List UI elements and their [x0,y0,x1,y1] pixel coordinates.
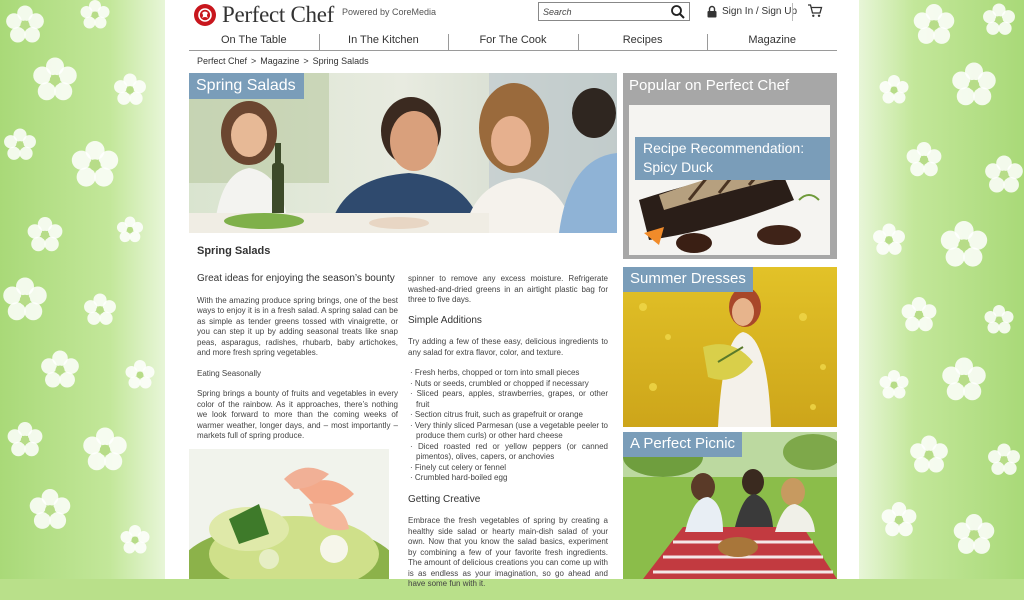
list-item: · Fresh herbs, chopped or torn into smal… [410,368,580,377]
popular-box: Popular on Perfect Chef Recipe Recommend… [623,73,837,259]
header-divider [792,3,793,21]
lock-icon [707,5,717,18]
nav-item-recipes[interactable]: Recipes [577,31,708,50]
article-column-right: spinner to remove any excess moisture. R… [408,274,608,600]
article-subtitle: Great ideas for enjoying the season’s bo… [197,273,395,284]
nav-item-magazine[interactable]: Magazine [707,31,837,50]
breadcrumb-magazine[interactable]: Magazine [260,56,299,66]
popular-title: Popular on Perfect Chef [629,77,790,94]
article-additions-intro: Try adding a few of these easy, deliciou… [408,337,608,357]
main-nav: On The Table In The Kitchen For The Cook… [189,31,837,51]
recipe-recommendation-card[interactable]: Recipe Recommendation: Spicy Duck [629,105,830,255]
spicy-duck-photo [629,105,830,255]
hero-label: Spring Salads [189,73,304,99]
page: Perfect Chef Powered by CoreMedia Sign I… [165,0,859,588]
list-item: · Diced roasted red or yellow peppers (o… [410,441,608,462]
signin-label: Sign In / Sign Up [722,6,798,17]
signin-link[interactable]: Sign In / Sign Up [707,5,797,18]
list-item: · Section citrus fruit, such as grapefru… [410,410,583,419]
search-icon[interactable] [670,4,686,19]
breadcrumb-current: Spring Salads [312,56,369,66]
article: Spring Salads Great ideas for enjoying t… [197,245,617,588]
powered-by: Powered by CoreMedia [341,7,437,17]
nav-item-in-the-kitchen[interactable]: In The Kitchen [318,31,449,50]
section-heading-additions: Simple Additions [408,314,482,326]
cart-icon[interactable] [807,4,823,23]
breadcrumb-separator: > [303,56,309,66]
chef-logo-icon [194,4,216,26]
list-item: · Very thinly sliced Parmesan (use a veg… [410,420,608,441]
summer-dresses-label: Summer Dresses [623,267,753,292]
breadcrumb: Perfect Chef > Magazine > Spring Salads [197,56,369,66]
brand-name: Perfect Chef [222,2,334,27]
section-heading-creative: Getting Creative [408,493,481,505]
article-creative-text: Embrace the fresh vegetables of spring b… [408,516,608,588]
breadcrumb-home[interactable]: Perfect Chef [197,56,247,66]
article-spinner-text: spinner to remove any excess moisture. R… [408,274,608,304]
article-column-left: Great ideas for enjoying the season’s bo… [197,273,398,452]
search-box [538,2,690,21]
list-item: · Crumbled hard-boiled egg [410,473,508,482]
logo[interactable]: Perfect Chef Powered by CoreMedia [194,2,436,28]
search-input[interactable] [543,4,663,19]
list-item: · Nuts or seeds, crumbled or chopped if … [410,378,589,388]
nav-item-on-the-table[interactable]: On The Table [189,31,319,50]
recipe-recommendation-label: Recipe Recommendation: Spicy Duck [635,137,830,180]
header: Perfect Chef Powered by CoreMedia Sign I… [189,0,837,30]
nav-item-for-the-cook[interactable]: For The Cook [448,31,578,50]
salad-image [189,449,389,579]
perfect-picnic-card[interactable]: A Perfect Picnic [623,432,837,579]
content: Perfect Chef Powered by CoreMedia Sign I… [189,0,837,588]
additions-list: · Fresh herbs, chopped or torn into smal… [408,368,608,484]
article-intro: With the amazing produce spring brings, … [197,295,398,358]
list-item: · Sliced pears, apples, strawberries, gr… [410,389,608,409]
shrimp-avocado-salad-photo [189,449,389,579]
list-item: · Finely cut celery or fennel [410,462,507,472]
breadcrumb-separator: > [251,56,257,66]
article-eating-text: Spring brings a bounty of fruits and veg… [197,389,398,440]
hero-image[interactable]: Spring Salads [189,73,617,233]
section-label-eating: Eating Seasonally [197,368,262,378]
summer-dresses-card[interactable]: Summer Dresses [623,267,837,427]
perfect-picnic-label: A Perfect Picnic [623,432,743,457]
article-title: Spring Salads [197,245,271,257]
